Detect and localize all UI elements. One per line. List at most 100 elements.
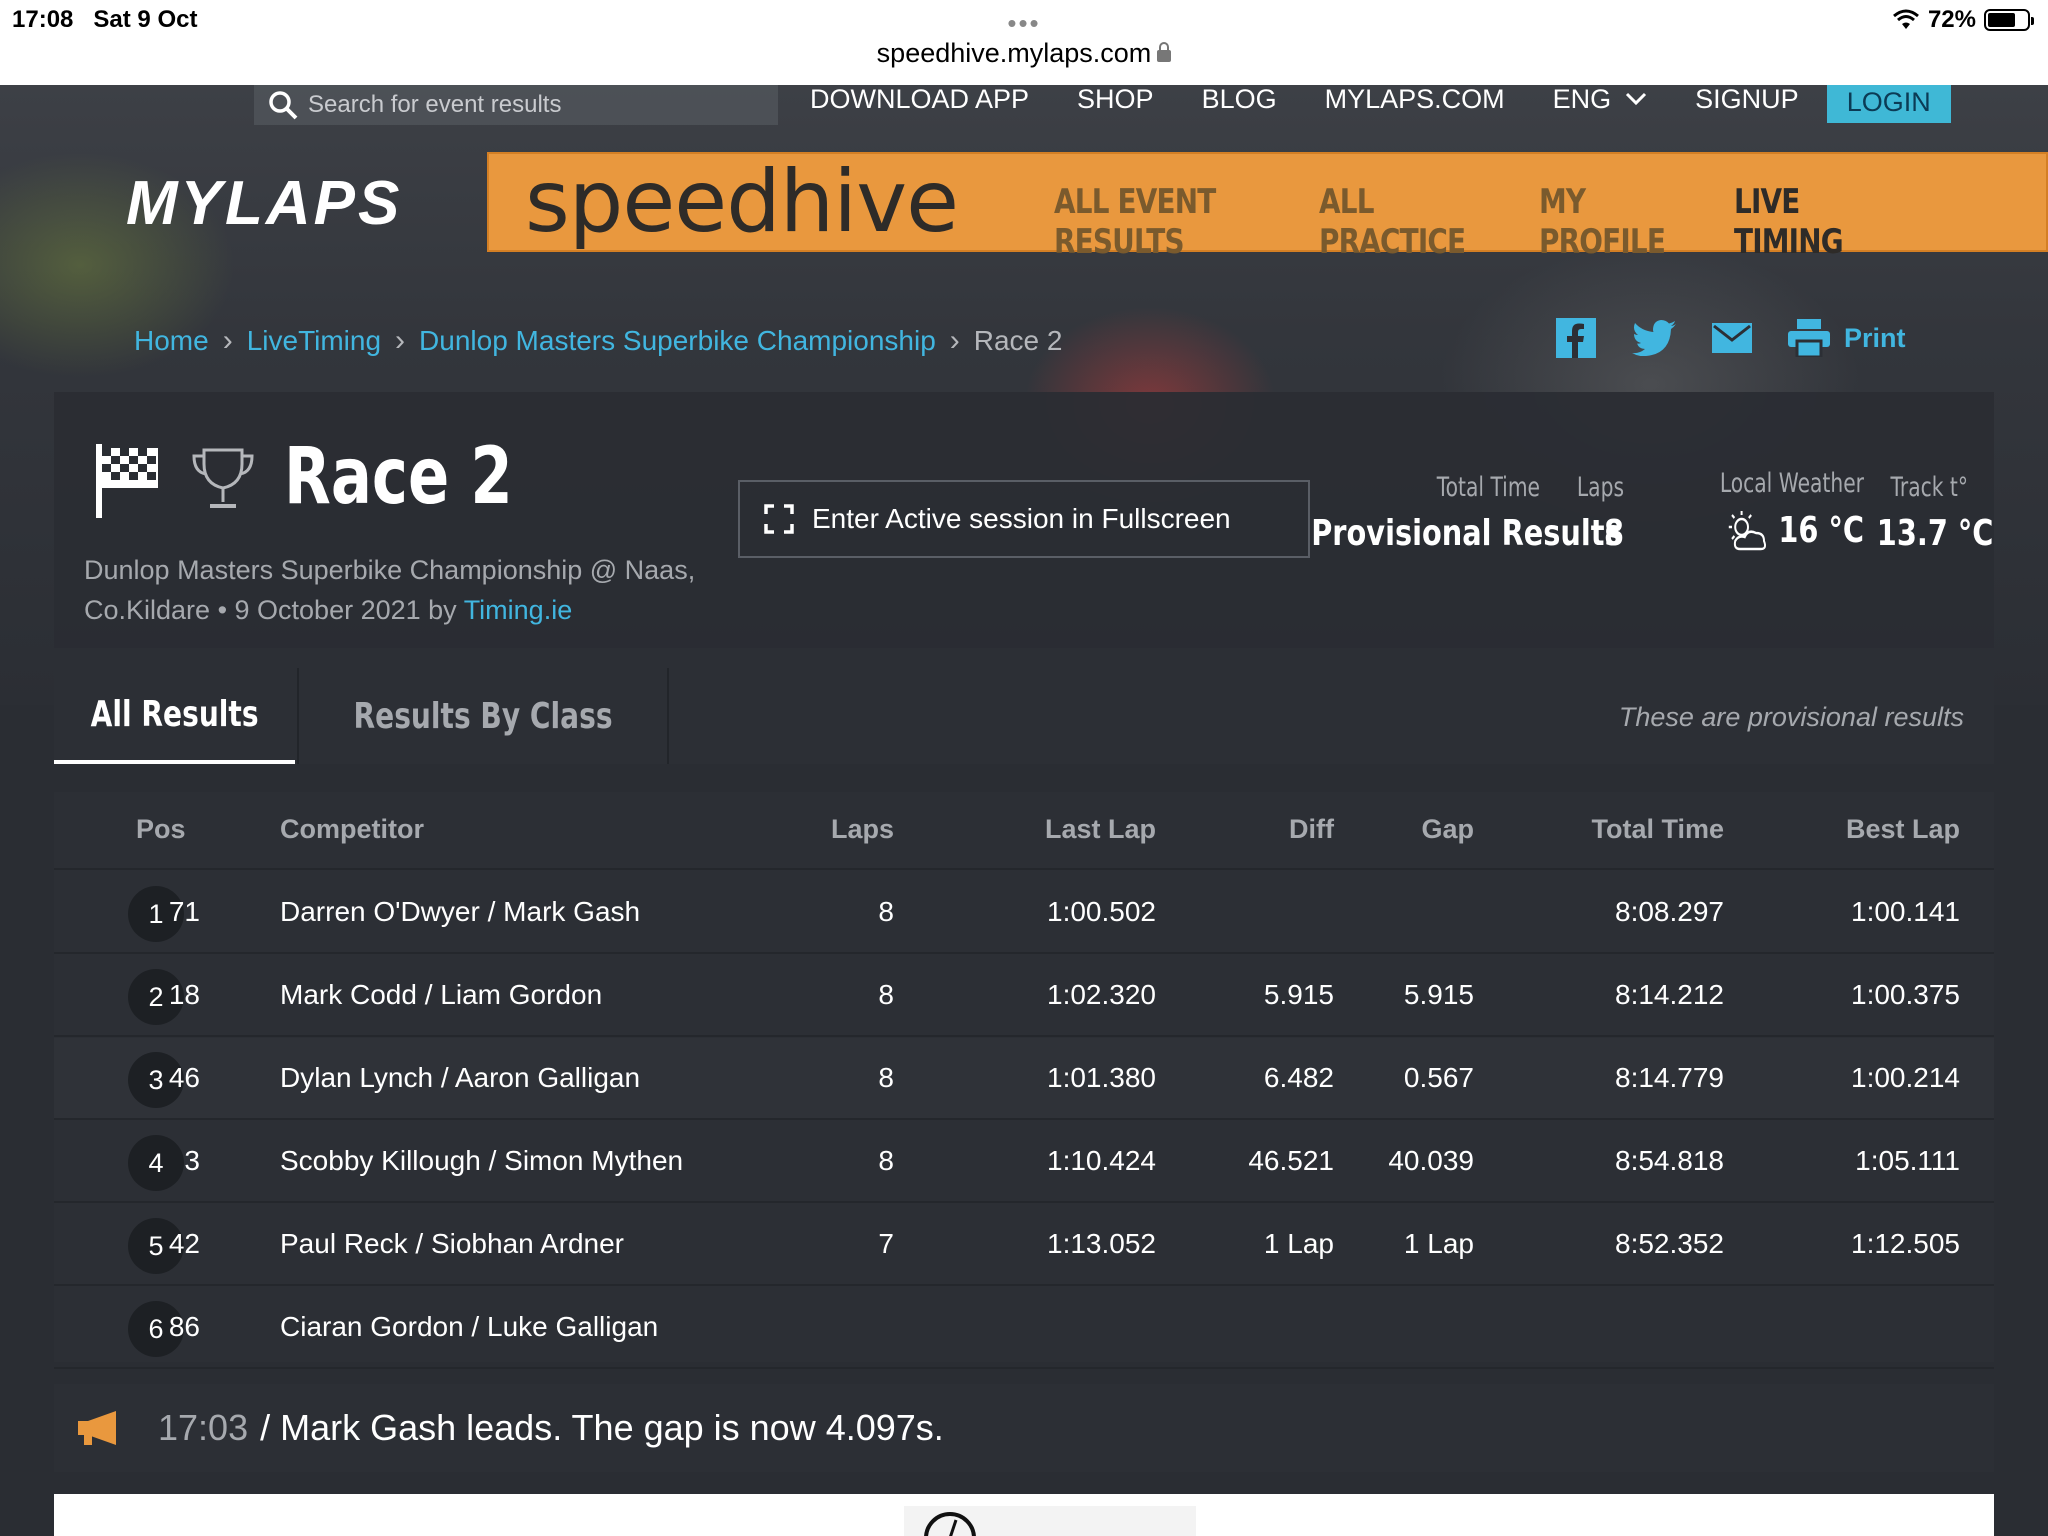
breadcrumb-current: Race 2 (973, 325, 1063, 356)
cell-number: 18 (168, 979, 200, 1010)
status-right: 72% (1892, 6, 2034, 34)
tab-dots[interactable]: ••• (0, 8, 2048, 39)
breadcrumb: Home › LiveTiming › Dunlop Masters Super… (134, 324, 1062, 358)
cell-diff: 1 Lap (1263, 1228, 1334, 1259)
cell-best-lap: 1:00.141 (1851, 896, 1960, 927)
cell-total-time: 8:52.352 (1615, 1228, 1724, 1259)
nav-my-profile[interactable]: MY PROFILE (1539, 182, 1674, 262)
language-select[interactable]: ENG (1553, 85, 1648, 113)
checkered-flag-icon (96, 444, 158, 518)
partly-cloudy-icon (1728, 511, 1766, 551)
nav-all-event-results[interactable]: ALL EVENT RESULTS (1054, 182, 1247, 262)
cell-competitor: Darren O'Dwyer / Mark Gash (280, 896, 641, 927)
cell-number: 86 (168, 1311, 200, 1342)
col-total-time[interactable]: Total Time (1591, 814, 1724, 845)
breadcrumb-championship[interactable]: Dunlop Masters Superbike Championship (419, 325, 936, 357)
col-competitor[interactable]: Competitor (280, 814, 424, 845)
results-tabs: All Results Results By Class These are p… (54, 668, 1994, 764)
stat-track-temp: Track t° 13.7 °C (1854, 472, 1994, 554)
table-row[interactable]: 4 3 Scobby Killough / Simon Mythen 8 1:10.42… (54, 1121, 1994, 1203)
organizer-link[interactable]: Timing.ie (464, 595, 573, 625)
chevron-right-icon: › (222, 324, 233, 357)
top-nav: DOWNLOAD APP SHOP BLOG MYLAPS.COM ENG SI… (0, 85, 2048, 153)
col-pos[interactable]: Pos (136, 814, 186, 845)
search-box[interactable] (254, 85, 778, 125)
session-header: Race 2 Dunlop Masters Superbike Champion… (54, 392, 1994, 648)
col-diff[interactable]: Diff (1289, 814, 1334, 845)
stat-laps: Laps 8 (1554, 472, 1624, 554)
table-header: Pos Competitor Laps Last Lap Diff Gap To… (54, 792, 1994, 870)
cell-laps: 8 (878, 979, 894, 1010)
stat-label: Local Weather (1719, 468, 1864, 499)
battery-percent: 72% (1927, 6, 1976, 33)
tab-label: All Results (90, 693, 259, 735)
table-row[interactable]: 6 86 Ciaran Gordon / Luke Galligan (54, 1287, 1994, 1369)
cell-best-lap: 1:00.375 (1851, 979, 1960, 1010)
wifi-icon (1892, 9, 1919, 29)
col-best-lap[interactable]: Best Lap (1846, 814, 1960, 845)
announcement-time: 17:03 (158, 1407, 249, 1448)
tab-results-by-class[interactable]: Results By Class (297, 668, 669, 764)
cell-competitor: Mark Codd / Liam Gordon (280, 979, 603, 1010)
col-gap[interactable]: Gap (1421, 814, 1474, 845)
cell-competitor: Scobby Killough / Simon Mythen (280, 1145, 684, 1176)
cell-number: 3 (184, 1145, 200, 1176)
nav-download-app[interactable]: DOWNLOAD APP (810, 85, 1029, 113)
lock-icon (1157, 42, 1172, 62)
share-bar: Print (1556, 318, 1906, 358)
tab-label: Results By Class (353, 695, 613, 737)
cell-last-lap: 1:02.320 (1047, 979, 1156, 1010)
fullscreen-label: Enter Active session in Fullscreen (812, 503, 1231, 534)
cell-diff: 6.482 (1263, 1062, 1334, 1093)
status-bar: 17:08 Sat 9 Oct ••• speedhive.mylaps.com… (0, 0, 2048, 85)
chevron-right-icon: › (395, 324, 406, 357)
nav-all-practice[interactable]: ALL PRACTICE (1319, 182, 1475, 262)
col-laps[interactable]: Laps (831, 814, 894, 845)
nav-live-timing[interactable]: LIVE TIMING (1734, 182, 1890, 262)
facebook-icon[interactable] (1556, 318, 1596, 358)
table-row[interactable]: 1 71 Darren O'Dwyer / Mark Gash 8 1:00.502 8:… (54, 872, 1994, 954)
stat-weather: Local Weather 16 °C (1654, 468, 1864, 551)
cell-laps: 8 (878, 1145, 894, 1176)
footer-panel (54, 1494, 1994, 1536)
search-icon (269, 91, 298, 120)
print-link[interactable]: Print (1844, 323, 1906, 354)
cell-total-time: 8:14.212 (1615, 979, 1724, 1010)
print-icon[interactable] (1788, 319, 1830, 357)
cell-best-lap: 1:12.505 (1851, 1228, 1960, 1259)
table-row[interactable]: 3 46 Dylan Lynch / Aaron Galligan 8 1:01.380… (54, 1038, 1994, 1120)
cell-competitor: Paul Reck / Siobhan Ardner (280, 1228, 624, 1259)
results-table: Pos Competitor Laps Last Lap Diff Gap To… (54, 792, 1994, 1369)
table-row[interactable]: 5 42 Paul Reck / Siobhan Ardner 7 1:13.052 1 … (54, 1204, 1994, 1286)
tab-all-results[interactable]: All Results (54, 668, 295, 764)
cell-gap: 0.567 (1403, 1062, 1474, 1093)
cell-laps: 7 (878, 1228, 894, 1259)
fullscreen-icon (764, 504, 794, 534)
signup-link[interactable]: SIGNUP (1695, 85, 1799, 113)
mylaps-logo[interactable]: MYLAPS (126, 168, 402, 239)
announcement-bar: 17:03 / Mark Gash leads. The gap is now … (54, 1384, 1994, 1472)
email-icon[interactable] (1712, 323, 1752, 353)
chevron-down-icon (1626, 92, 1647, 106)
search-input[interactable] (308, 91, 608, 119)
stat-label: Track t° (1890, 472, 1968, 503)
nav-mylaps-com[interactable]: MYLAPS.COM (1325, 85, 1505, 113)
nav-blog[interactable]: BLOG (1202, 85, 1277, 113)
fullscreen-button[interactable]: Enter Active session in Fullscreen (738, 480, 1310, 558)
stopwatch-icon (904, 1506, 1196, 1536)
cell-competitor: Ciaran Gordon / Luke Galligan (280, 1311, 659, 1342)
breadcrumb-home[interactable]: Home (134, 325, 209, 357)
speedhive-logo[interactable]: speedhive (525, 154, 959, 250)
col-last-lap[interactable]: Last Lap (1045, 814, 1156, 845)
cell-last-lap: 1:13.052 (1047, 1228, 1156, 1259)
twitter-icon[interactable] (1632, 320, 1676, 356)
nav-shop[interactable]: SHOP (1077, 85, 1154, 113)
cell-laps: 8 (878, 896, 894, 927)
cell-best-lap: 1:00.214 (1851, 1062, 1960, 1093)
page-title: Race 2 (284, 432, 513, 522)
table-row[interactable]: 2 18 Mark Codd / Liam Gordon 8 1:02.320 5.915… (54, 955, 1994, 1037)
breadcrumb-livetiming[interactable]: LiveTiming (247, 325, 381, 357)
login-button[interactable]: LOGIN (1826, 85, 1951, 123)
url-bar[interactable]: speedhive.mylaps.com (0, 38, 2048, 69)
cell-number: 46 (168, 1062, 200, 1093)
